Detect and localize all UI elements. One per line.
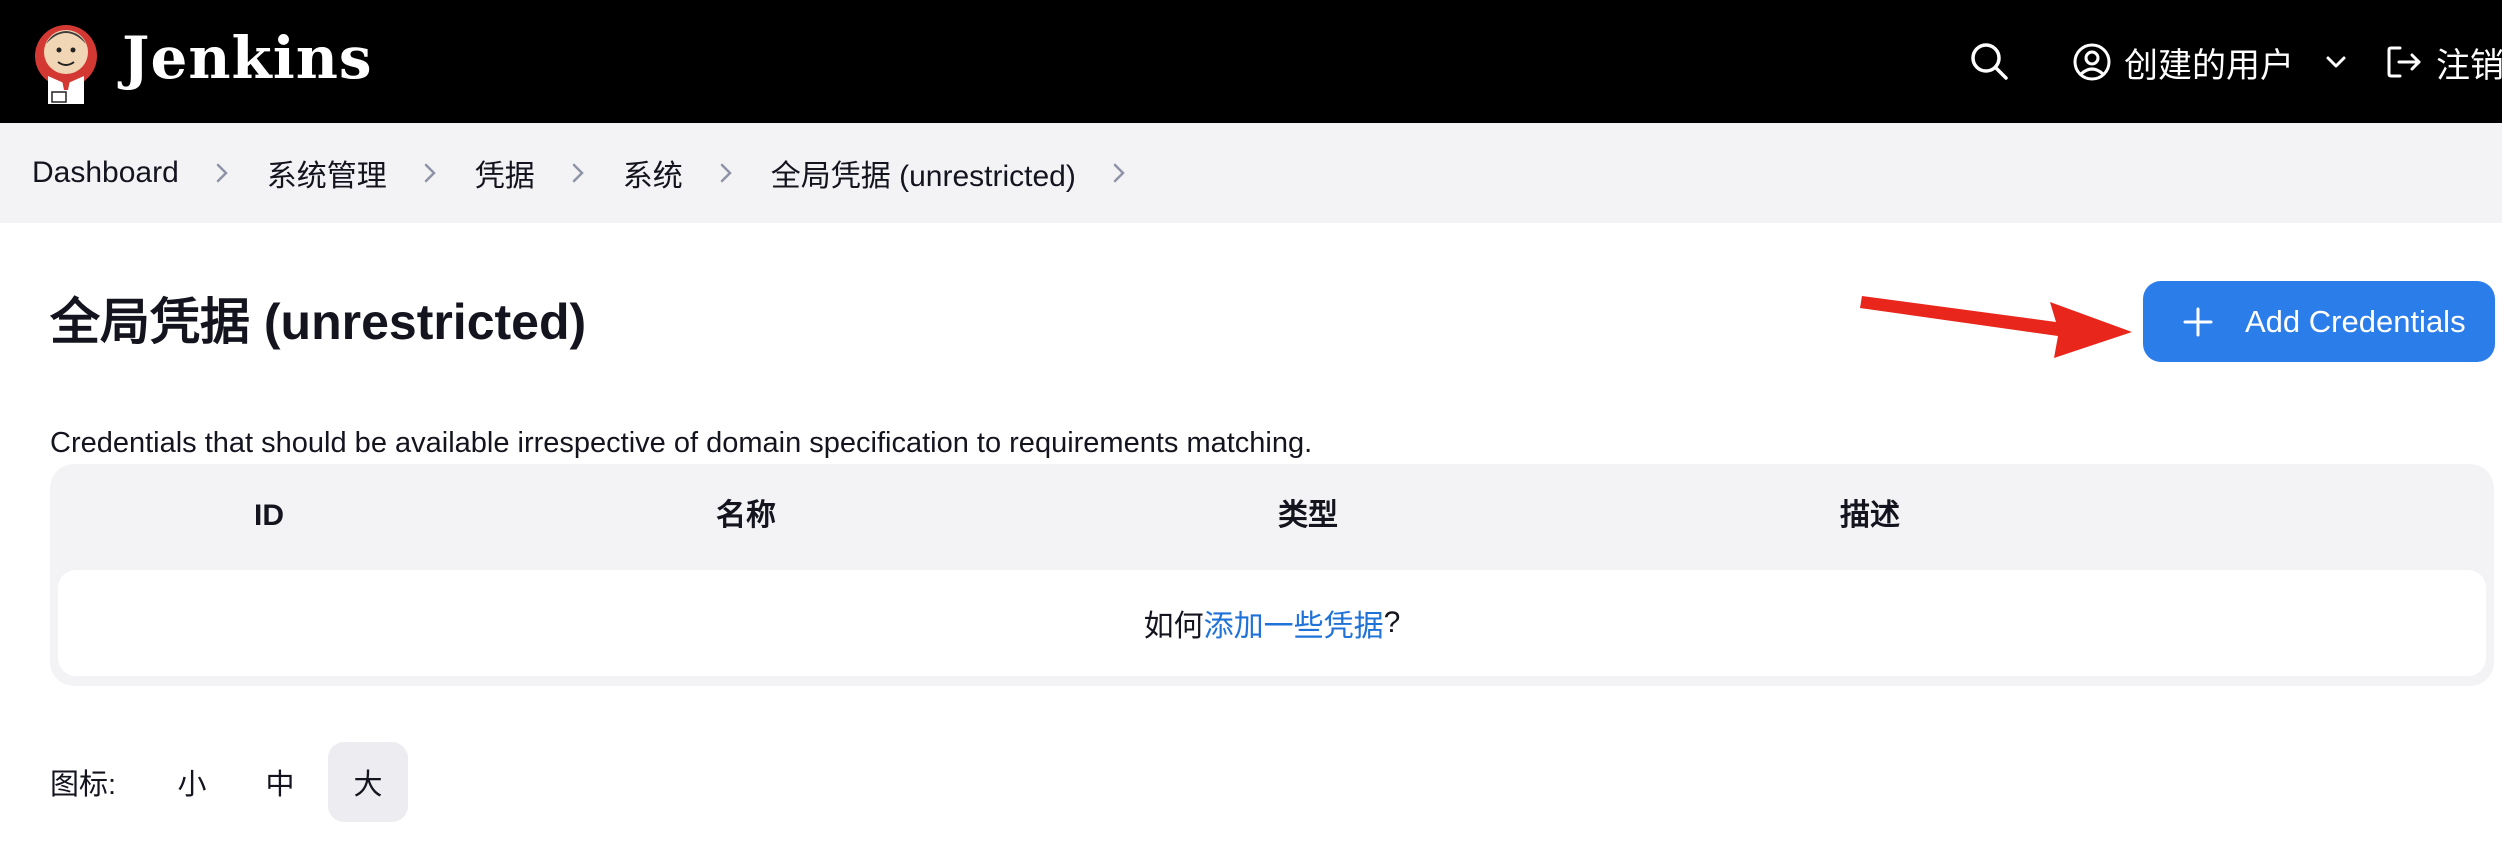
- top-header: Jenkins 创建的用户 注销: [0, 0, 2502, 123]
- user-name[interactable]: 创建的用户: [2124, 38, 2294, 87]
- add-credentials-link[interactable]: 添加一些凭据: [1204, 601, 1384, 645]
- chevron-down-icon[interactable]: [2322, 48, 2350, 76]
- chevron-right-icon[interactable]: [1110, 158, 1130, 188]
- icon-size-large[interactable]: 大: [328, 742, 409, 822]
- column-header-type: 类型: [1278, 499, 1338, 532]
- icon-size-selector: 图标: 小 中 大: [50, 742, 409, 822]
- logout-icon: [2387, 46, 2421, 78]
- brand-name[interactable]: Jenkins: [122, 22, 373, 94]
- breadcrumb-item-credentials[interactable]: 凭据: [475, 151, 535, 195]
- add-credentials-label: Add Credentials: [2245, 303, 2466, 339]
- icon-size-label: 图标:: [50, 769, 117, 801]
- empty-state-suffix: ?: [1383, 606, 1401, 639]
- jenkins-logo-icon[interactable]: [32, 18, 100, 104]
- empty-state-prefix: 如何: [1143, 610, 1204, 643]
- chevron-right-icon: [572, 163, 584, 183]
- plus-icon: [2183, 307, 2213, 336]
- page-description: Credentials that should be available irr…: [50, 427, 1313, 459]
- add-credentials-button[interactable]: Add Credentials: [2143, 281, 2495, 362]
- logout-link[interactable]: 注销: [2384, 34, 2502, 90]
- user-menu[interactable]: 创建的用户: [2072, 34, 2350, 90]
- chevron-right-icon: [424, 163, 436, 183]
- credentials-table: ID 名称 类型 描述 如何 添加一些凭据 ?: [50, 464, 2494, 686]
- logout-label[interactable]: 注销: [2436, 38, 2502, 87]
- red-arrow-annotation: [1860, 296, 2132, 358]
- chevron-right-icon: [216, 163, 228, 183]
- breadcrumb-item-manage[interactable]: 系统管理: [267, 151, 387, 195]
- breadcrumb: Dashboard 系统管理 凭据 系统 全局凭据 (unrestricted): [32, 123, 1164, 223]
- column-header-id: ID: [254, 499, 284, 532]
- breadcrumb-item-dashboard[interactable]: Dashboard: [32, 156, 179, 190]
- chevron-right-icon: [720, 163, 732, 183]
- column-header-description: 描述: [1840, 499, 1900, 532]
- search-icon[interactable]: [1968, 40, 2010, 82]
- page-title: 全局凭据 (unrestricted): [50, 294, 587, 350]
- breadcrumb-bar: Dashboard 系统管理 凭据 系统 全局凭据 (unrestricted): [0, 123, 2502, 223]
- icon-size-medium[interactable]: 中: [240, 742, 320, 822]
- breadcrumb-item-global[interactable]: 全局凭据 (unrestricted): [771, 151, 1076, 195]
- empty-state-row: 如何 添加一些凭据 ?: [58, 570, 2486, 676]
- icon-size-small[interactable]: 小: [152, 742, 232, 822]
- user-circle-icon: [2073, 43, 2111, 81]
- column-header-name: 名称: [716, 499, 776, 532]
- breadcrumb-item-system[interactable]: 系统: [623, 151, 683, 195]
